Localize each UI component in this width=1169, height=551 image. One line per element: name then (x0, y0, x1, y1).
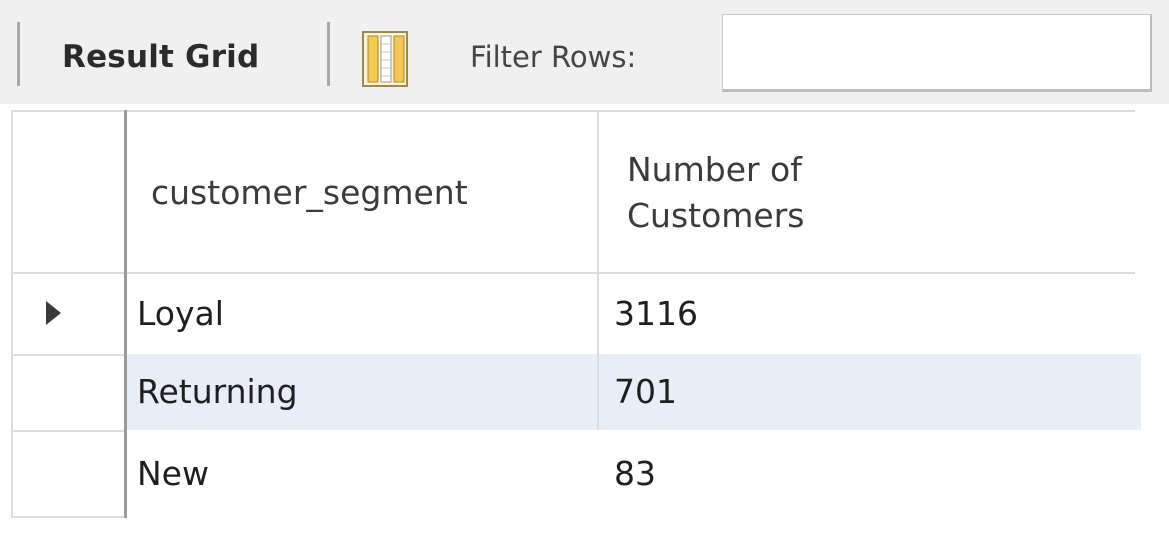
table-cell[interactable]: 83 (614, 436, 656, 512)
table-cell[interactable]: New (137, 436, 209, 512)
table-cell[interactable]: 3116 (614, 276, 698, 352)
toolbar-separator (327, 22, 330, 86)
column-header-customer-segment[interactable]: customer_segment (151, 114, 601, 272)
table-cell[interactable]: Returning (137, 354, 298, 430)
column-header-label: Number of Customers (627, 150, 805, 235)
filter-rows-label: Filter Rows: (470, 40, 637, 74)
table-cell[interactable]: 701 (614, 354, 677, 430)
grid-columns-icon[interactable] (361, 30, 409, 88)
current-row-marker-icon (46, 301, 61, 325)
grid-line (11, 516, 126, 518)
result-grid-button[interactable]: Result Grid (62, 32, 259, 82)
grid-line (11, 354, 126, 356)
grid-line (11, 110, 13, 518)
toolbar-separator (17, 22, 20, 86)
filter-rows-input[interactable] (722, 14, 1152, 92)
grid-line (11, 272, 1135, 274)
table-cell[interactable]: Loyal (137, 276, 224, 352)
row-header-divider (124, 110, 127, 518)
result-toolbar: Result Grid Filter Rows: (0, 0, 1169, 104)
result-grid: customer_segment Number of Customers Loy… (11, 110, 1141, 520)
grid-line (11, 430, 126, 432)
column-header-number-of-customers[interactable]: Number of Customers (627, 114, 1127, 272)
result-panel: Result Grid Filter Rows: customer_segmen… (0, 0, 1169, 551)
grid-line (11, 110, 1135, 112)
